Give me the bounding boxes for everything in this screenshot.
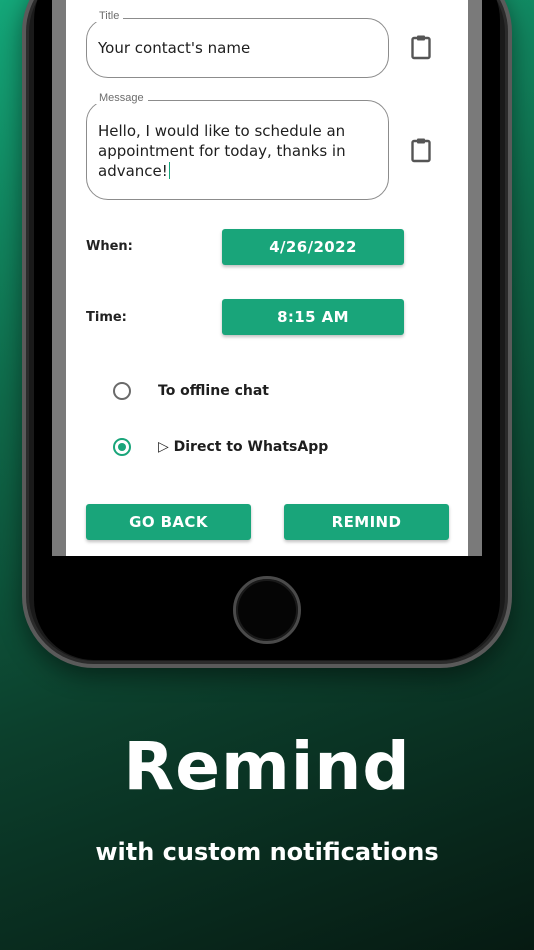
title-field-value: Your contact's name [98, 39, 251, 57]
direct-whatsapp-radio[interactable] [113, 438, 131, 456]
remind-button[interactable]: REMIND [284, 504, 449, 540]
promo-subline: with custom notifications [95, 838, 439, 866]
direct-whatsapp-label[interactable]: ▷ Direct to WhatsApp [158, 439, 328, 455]
clipboard-icon[interactable] [410, 137, 432, 163]
title-field[interactable]: Title Your contact's name [86, 10, 389, 78]
time-label: Time: [86, 310, 127, 325]
home-button [233, 576, 301, 644]
message-text: Hello, I would like to schedule an appoi… [98, 122, 346, 180]
promo-headline: Remind [123, 728, 411, 805]
message-field[interactable]: Message Hello, I would like to schedule … [86, 92, 389, 200]
clipboard-icon[interactable] [410, 34, 432, 60]
text-caret [168, 162, 170, 179]
title-field-label: Title [95, 10, 124, 22]
message-field-label: Message [95, 92, 148, 104]
date-picker-button[interactable]: 4/26/2022 [222, 229, 404, 265]
offline-chat-label[interactable]: To offline chat [158, 383, 269, 399]
message-field-value: Hello, I would like to schedule an appoi… [98, 121, 376, 181]
offline-chat-radio[interactable] [113, 382, 131, 400]
when-label: When: [86, 239, 133, 254]
go-back-button[interactable]: GO BACK [86, 504, 251, 540]
time-picker-button[interactable]: 8:15 AM [222, 299, 404, 335]
app-screen: Title Your contact's name Message Hello,… [66, 0, 468, 556]
